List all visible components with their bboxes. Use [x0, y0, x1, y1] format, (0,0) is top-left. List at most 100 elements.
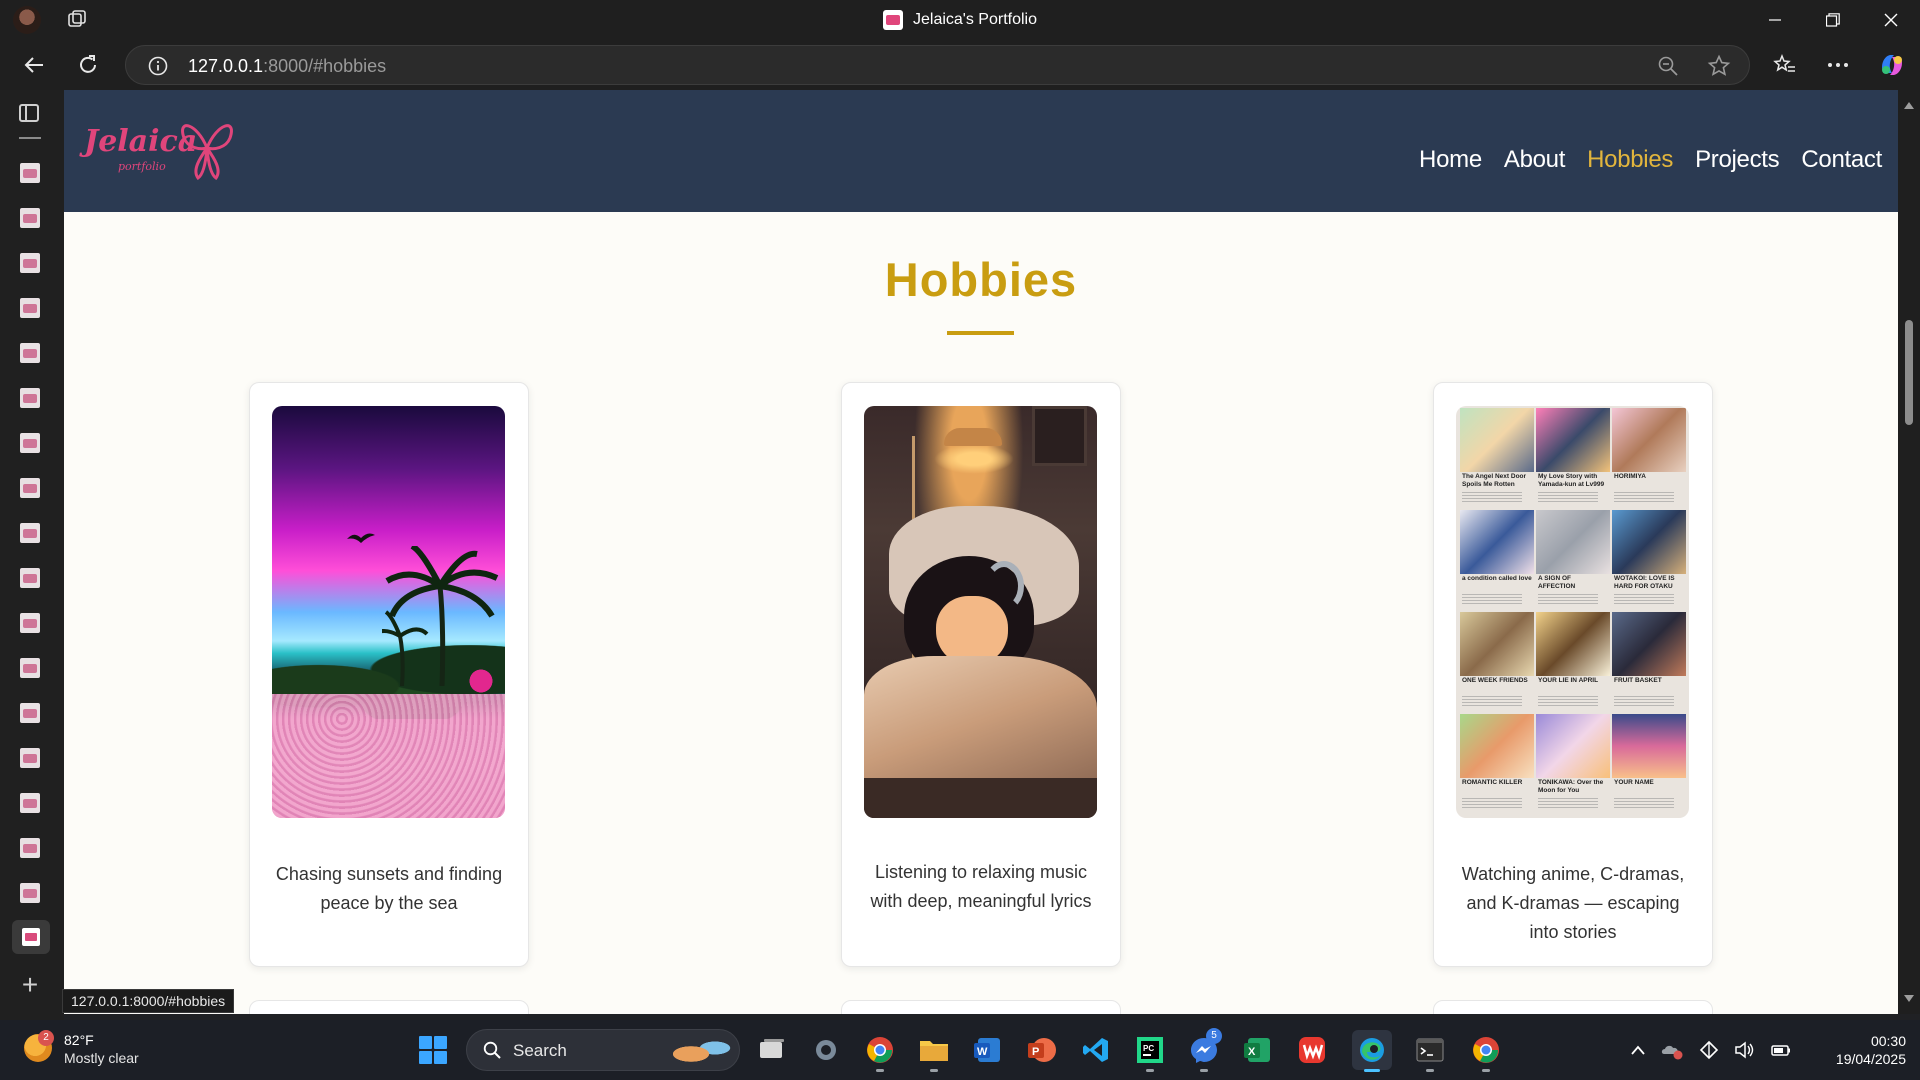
- hobby-card-anime: The Angel Next Door Spoils Me Rotten My …: [1433, 382, 1713, 967]
- search-icon: [483, 1041, 501, 1059]
- vertical-tab-4[interactable]: [20, 298, 40, 318]
- copilot-button[interactable]: [1874, 48, 1910, 82]
- vertical-tab-17[interactable]: [20, 883, 40, 903]
- chrome-profile-app[interactable]: [1466, 1030, 1506, 1072]
- chrome-app[interactable]: [860, 1030, 900, 1072]
- file-explorer-app[interactable]: [914, 1030, 954, 1072]
- restore-button[interactable]: [1804, 0, 1862, 40]
- vertical-tab-active[interactable]: [12, 920, 50, 954]
- vertical-tab-1[interactable]: [20, 163, 40, 183]
- copilot-icon: [1882, 55, 1902, 75]
- battery-icon[interactable]: [1770, 1040, 1792, 1060]
- workspaces-icon[interactable]: [66, 9, 88, 31]
- svg-text:P: P: [1032, 1046, 1039, 1058]
- task-view-app[interactable]: [752, 1030, 792, 1070]
- close-icon: [1884, 13, 1898, 27]
- url-text[interactable]: 127.0.0.1:8000/#hobbies: [188, 56, 386, 77]
- site-header: Jelaica portfolio Home About Hobbies Pro…: [64, 90, 1898, 212]
- back-button[interactable]: [16, 48, 52, 82]
- hobby-card-music: Listening to relaxing music with deep, m…: [841, 382, 1121, 967]
- favorites-list-icon: [1773, 53, 1795, 72]
- edge-icon: [1360, 1038, 1384, 1062]
- search-highlight-icon: [673, 1036, 733, 1066]
- favorite-star-icon[interactable]: [1707, 54, 1731, 78]
- system-clock[interactable]: 00:30 19/04/2025: [1806, 1032, 1906, 1068]
- word-app[interactable]: W: [968, 1030, 1008, 1070]
- anime-girl-headphones-image: [864, 406, 1097, 818]
- vertical-tab-11[interactable]: [20, 613, 40, 633]
- vertical-tab-10[interactable]: [20, 568, 40, 588]
- vscode-app[interactable]: [1076, 1030, 1116, 1070]
- nav-home[interactable]: Home: [1419, 146, 1482, 174]
- favorites-button[interactable]: [1767, 48, 1803, 82]
- link-status-url: 127.0.0.1:8000/#hobbies: [62, 989, 235, 1013]
- volume-icon[interactable]: [1734, 1040, 1756, 1060]
- settings-app[interactable]: [806, 1030, 846, 1070]
- refresh-button[interactable]: [70, 48, 106, 82]
- nav-projects[interactable]: Projects: [1695, 146, 1780, 174]
- weather-badge: 2: [38, 1030, 54, 1046]
- terminal-icon: [1416, 1038, 1444, 1062]
- nav-contact[interactable]: Contact: [1801, 146, 1882, 174]
- scrollbar-thumb[interactable]: [1905, 320, 1913, 425]
- minimize-button[interactable]: [1746, 0, 1804, 40]
- vertical-tab-6[interactable]: [20, 388, 40, 408]
- weather-widget[interactable]: 2 82°F Mostly clear: [24, 1030, 184, 1070]
- nav-hobbies[interactable]: Hobbies: [1587, 146, 1673, 174]
- minimize-icon: [1769, 19, 1781, 21]
- vertical-tab-15[interactable]: [20, 793, 40, 813]
- url-path: :8000/#hobbies: [263, 56, 387, 76]
- edge-app[interactable]: [1352, 1030, 1392, 1072]
- pycharm-icon: PC: [1137, 1037, 1163, 1063]
- scroll-up-arrow-icon[interactable]: [1904, 102, 1914, 109]
- messenger-app[interactable]: 5: [1184, 1028, 1224, 1072]
- site-info-icon[interactable]: [148, 56, 168, 76]
- browser-title-bar: Jelaica's Portfolio: [0, 0, 1920, 40]
- clock-time: 00:30: [1870, 1033, 1906, 1049]
- profile-avatar[interactable]: [13, 6, 41, 34]
- anime-tile: ONE WEEK FRIENDS: [1460, 612, 1534, 712]
- vertical-tab-12[interactable]: [20, 658, 40, 678]
- vertical-tab-strip: +: [0, 90, 64, 1020]
- address-bar[interactable]: 127.0.0.1:8000/#hobbies: [125, 45, 1750, 85]
- anime-tile: TONIKAWA: Over the Moon for You: [1536, 714, 1610, 814]
- vertical-tab-14[interactable]: [20, 748, 40, 768]
- more-menu-button[interactable]: [1820, 48, 1856, 82]
- bird-icon: [347, 533, 375, 543]
- onedrive-offline-icon[interactable]: [1660, 1040, 1684, 1060]
- wps-office-app[interactable]: [1292, 1030, 1332, 1070]
- new-tab-button[interactable]: +: [18, 971, 42, 999]
- vertical-tab-7[interactable]: [20, 433, 40, 453]
- vertical-tab-8[interactable]: [20, 478, 40, 498]
- section-title: Hobbies: [884, 253, 1078, 306]
- hobby-card-next-row: [841, 1000, 1121, 1014]
- start-button[interactable]: [419, 1036, 447, 1064]
- powerpoint-icon: P: [1028, 1038, 1056, 1062]
- hobby-caption-anime: Watching anime, C-dramas, and K-dramas —…: [1461, 864, 1685, 942]
- vertical-tab-13[interactable]: [20, 703, 40, 723]
- svg-text:X: X: [1248, 1046, 1256, 1058]
- site-logo[interactable]: Jelaica portfolio: [84, 108, 244, 188]
- tab-actions-icon[interactable]: [19, 104, 39, 122]
- network-icon[interactable]: [1698, 1040, 1720, 1060]
- vertical-tab-3[interactable]: [20, 253, 40, 273]
- vertical-tab-16[interactable]: [20, 838, 40, 858]
- vertical-tab-2[interactable]: [20, 208, 40, 228]
- taskbar-search[interactable]: Search: [466, 1029, 740, 1071]
- powerpoint-app[interactable]: P: [1022, 1030, 1062, 1070]
- folder-icon: [920, 1041, 948, 1061]
- excel-app[interactable]: X: [1238, 1030, 1278, 1070]
- logo-subtext: portfolio: [118, 160, 166, 173]
- pycharm-app[interactable]: PC: [1130, 1030, 1170, 1072]
- vertical-tab-5[interactable]: [20, 343, 40, 363]
- anime-tile: A SIGN OF AFFECTION: [1536, 510, 1610, 610]
- terminal-app[interactable]: [1410, 1030, 1450, 1072]
- close-window-button[interactable]: [1862, 0, 1920, 40]
- page-scrollbar[interactable]: [1898, 90, 1920, 1014]
- zoom-icon[interactable]: [1657, 55, 1679, 77]
- system-tray: [1630, 1038, 1792, 1062]
- nav-about[interactable]: About: [1504, 146, 1566, 174]
- chevron-up-icon[interactable]: [1630, 1044, 1646, 1056]
- vertical-tab-9[interactable]: [20, 523, 40, 543]
- scroll-down-arrow-icon[interactable]: [1904, 995, 1914, 1002]
